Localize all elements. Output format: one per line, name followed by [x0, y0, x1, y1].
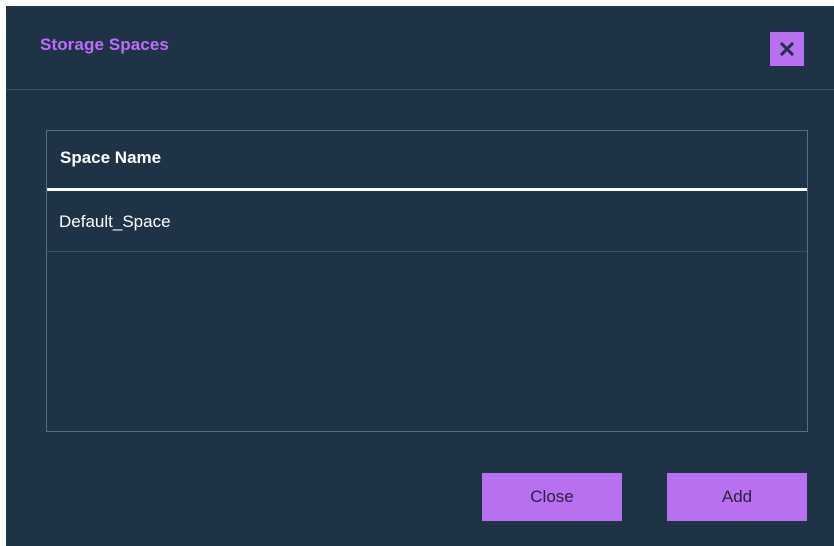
close-button[interactable]: Close: [482, 473, 622, 521]
storage-spaces-dialog: Storage Spaces Space Name Default_Space …: [6, 6, 834, 546]
close-icon: [780, 42, 794, 56]
column-header-space-name[interactable]: Space Name: [60, 148, 161, 168]
table-header: Space Name: [47, 131, 807, 191]
space-name-cell: Default_Space: [59, 212, 171, 231]
spaces-table: Space Name Default_Space: [46, 130, 808, 432]
add-button[interactable]: Add: [667, 473, 807, 521]
dialog-title: Storage Spaces: [40, 35, 169, 54]
dialog-close-button[interactable]: [770, 32, 804, 66]
table-row[interactable]: Default_Space: [47, 191, 807, 252]
dialog-header: Storage Spaces: [6, 6, 834, 90]
